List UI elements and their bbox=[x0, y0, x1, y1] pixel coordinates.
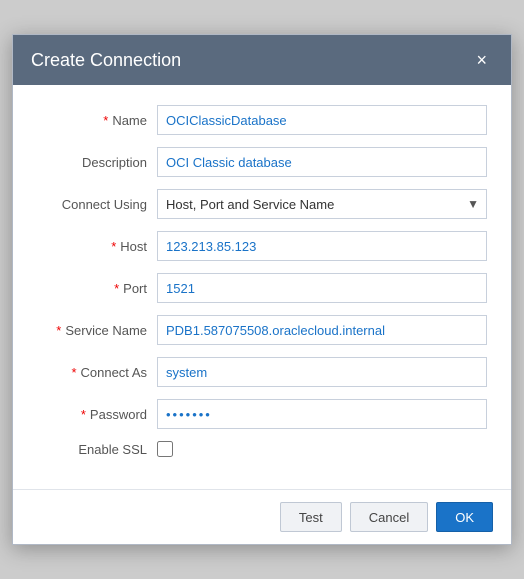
connect-using-wrapper: Host, Port and Service Name JDBC URL TNS… bbox=[157, 189, 487, 219]
cancel-button[interactable]: Cancel bbox=[350, 502, 428, 532]
password-row: *Password bbox=[37, 399, 487, 429]
description-label: Description bbox=[37, 155, 157, 170]
connect-as-row: *Connect As bbox=[37, 357, 487, 387]
name-label: *Name bbox=[37, 113, 157, 128]
service-name-required-star: * bbox=[56, 323, 61, 338]
test-button[interactable]: Test bbox=[280, 502, 342, 532]
dialog-footer: Test Cancel OK bbox=[13, 489, 511, 544]
service-name-input[interactable] bbox=[157, 315, 487, 345]
description-row: Description bbox=[37, 147, 487, 177]
service-name-row: *Service Name bbox=[37, 315, 487, 345]
dialog-body: *Name Description Connect Using Host, Po… bbox=[13, 85, 511, 489]
ok-button[interactable]: OK bbox=[436, 502, 493, 532]
name-input[interactable] bbox=[157, 105, 487, 135]
connect-using-label: Connect Using bbox=[37, 197, 157, 212]
create-connection-dialog: Create Connection × *Name Description Co… bbox=[12, 34, 512, 545]
connect-using-select[interactable]: Host, Port and Service Name JDBC URL TNS bbox=[157, 189, 487, 219]
password-input[interactable] bbox=[157, 399, 487, 429]
port-row: *Port bbox=[37, 273, 487, 303]
password-required-star: * bbox=[81, 407, 86, 422]
host-input[interactable] bbox=[157, 231, 487, 261]
host-required-star: * bbox=[111, 239, 116, 254]
connect-as-label: *Connect As bbox=[37, 365, 157, 380]
enable-ssl-row: Enable SSL bbox=[37, 441, 487, 457]
service-name-label: *Service Name bbox=[37, 323, 157, 338]
name-row: *Name bbox=[37, 105, 487, 135]
host-label: *Host bbox=[37, 239, 157, 254]
enable-ssl-wrapper bbox=[157, 441, 173, 457]
port-required-star: * bbox=[114, 281, 119, 296]
host-row: *Host bbox=[37, 231, 487, 261]
dialog-header: Create Connection × bbox=[13, 35, 511, 85]
description-input[interactable] bbox=[157, 147, 487, 177]
connect-as-required-star: * bbox=[71, 365, 76, 380]
port-input[interactable] bbox=[157, 273, 487, 303]
close-button[interactable]: × bbox=[470, 49, 493, 71]
password-label: *Password bbox=[37, 407, 157, 422]
connect-as-input[interactable] bbox=[157, 357, 487, 387]
enable-ssl-label: Enable SSL bbox=[37, 442, 157, 457]
name-required-star: * bbox=[103, 113, 108, 128]
connect-using-row: Connect Using Host, Port and Service Nam… bbox=[37, 189, 487, 219]
port-label: *Port bbox=[37, 281, 157, 296]
enable-ssl-checkbox[interactable] bbox=[157, 441, 173, 457]
dialog-title: Create Connection bbox=[31, 50, 181, 71]
